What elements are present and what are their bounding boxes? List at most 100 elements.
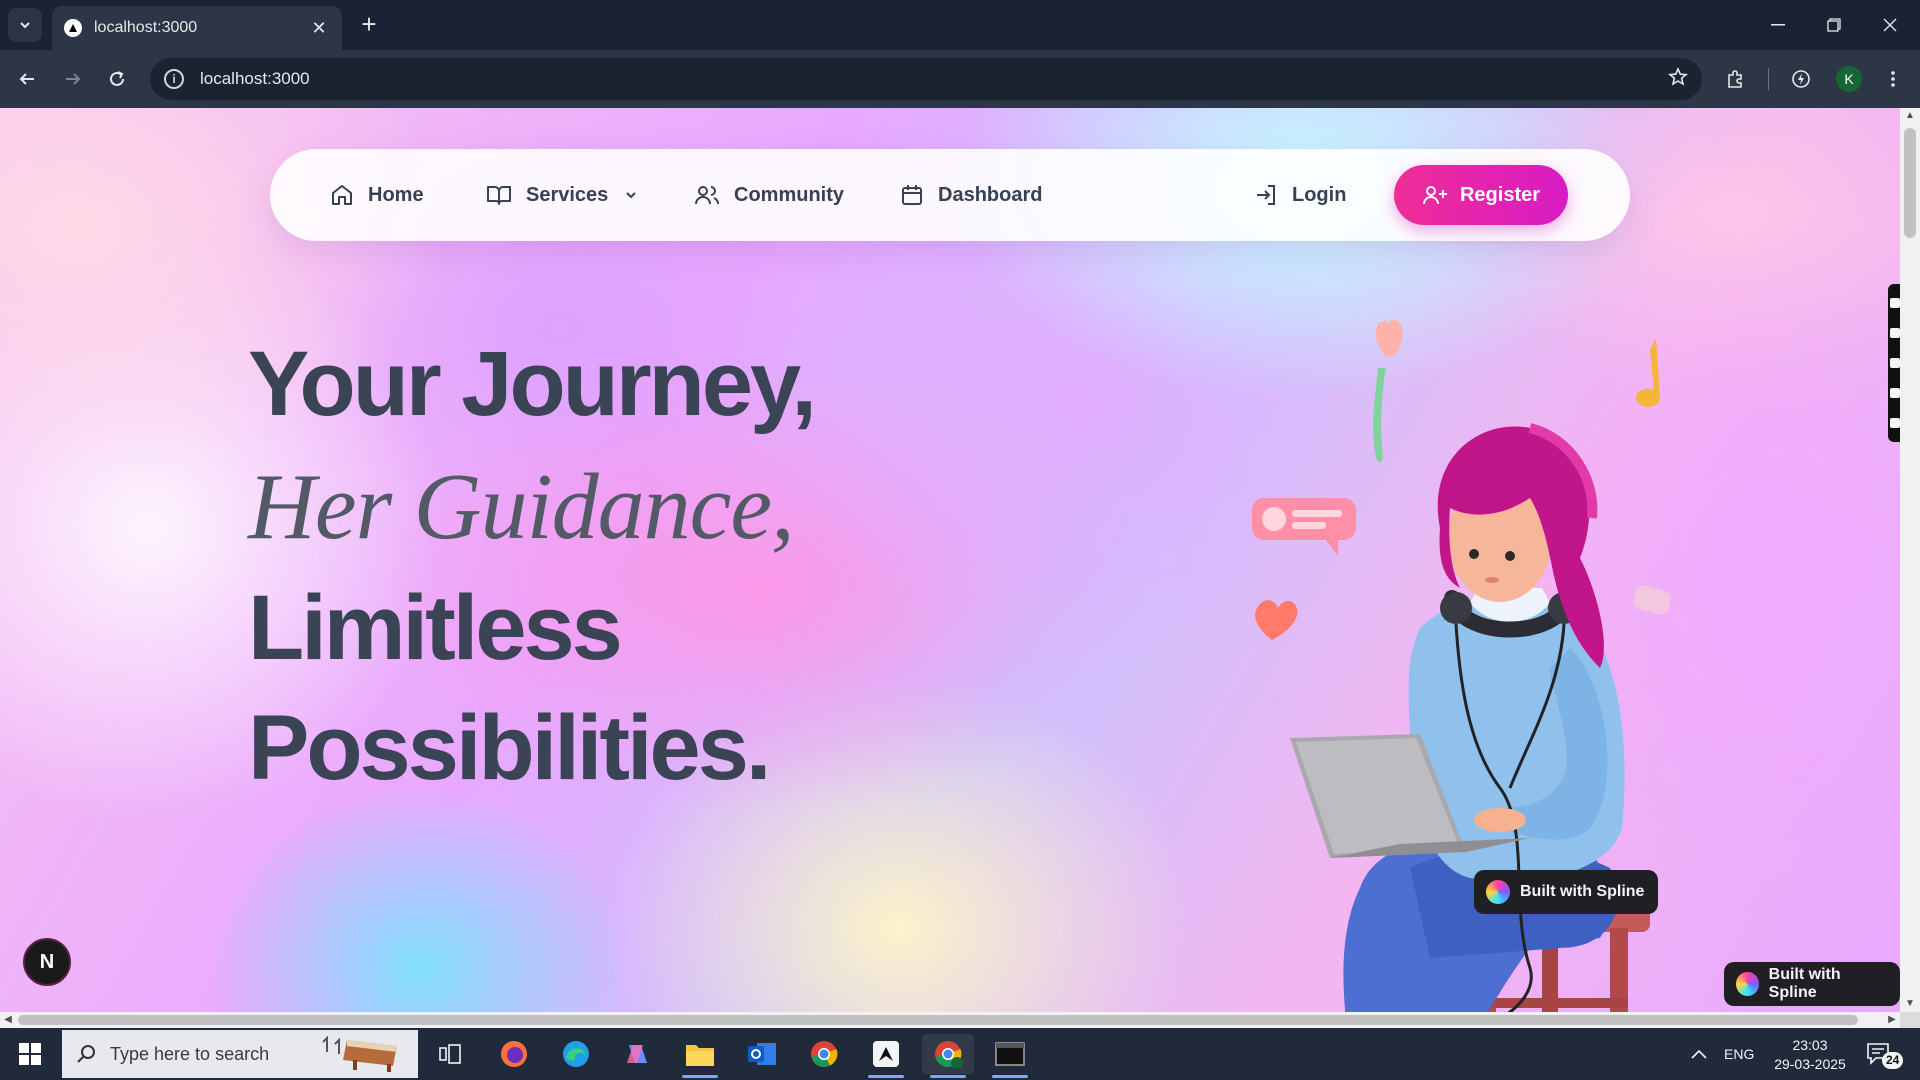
tray-overflow-icon[interactable]	[1690, 1028, 1708, 1080]
browser-menu-icon[interactable]	[1876, 62, 1910, 96]
register-button[interactable]: Register	[1394, 165, 1568, 225]
built-with-spline-inner-badge[interactable]: Built with Spline	[1474, 870, 1659, 914]
scroll-left-arrow-icon[interactable]: ◀	[0, 1012, 16, 1028]
file-explorer-icon[interactable]	[674, 1034, 726, 1078]
nav-dashboard-label: Dashboard	[938, 183, 1043, 206]
spline-inner-label: Built with Spline	[1520, 883, 1645, 900]
main-navbar: Home Services Community Dashboard Login …	[270, 149, 1630, 241]
hero-line-4: Possibilities.	[248, 697, 771, 799]
site-info-icon[interactable]: i	[164, 69, 184, 89]
vercel-icon	[64, 19, 82, 37]
scroll-down-arrow-icon[interactable]: ▼	[1900, 996, 1920, 1012]
start-button[interactable]	[0, 1028, 60, 1080]
nav-services[interactable]: Services	[486, 149, 638, 241]
browser-toolbar: i localhost:3000 K	[0, 50, 1920, 108]
tulip-icon	[1373, 319, 1403, 463]
vertical-scroll-thumb[interactable]	[1904, 128, 1916, 238]
profile-avatar[interactable]: K	[1836, 66, 1862, 92]
page-viewport: Home Services Community Dashboard Login …	[0, 108, 1900, 1012]
forward-icon[interactable]	[56, 62, 90, 96]
cursor-editor-icon[interactable]	[860, 1034, 912, 1078]
user-plus-icon	[1422, 186, 1447, 205]
calendar-icon	[902, 185, 922, 205]
new-tab-button[interactable]: +	[354, 10, 384, 40]
copilot-icon[interactable]	[612, 1034, 664, 1074]
windows-taskbar: Type here to search ENG 23:03 29-03-2025…	[0, 1028, 1920, 1080]
restore-icon[interactable]	[1814, 10, 1854, 40]
url-text[interactable]: localhost:3000	[200, 69, 1668, 89]
outlook-icon[interactable]	[736, 1034, 788, 1074]
video-icon[interactable]	[1890, 358, 1900, 368]
close-tab-icon[interactable]: ✕	[308, 18, 330, 39]
task-view-icon[interactable]	[424, 1034, 476, 1074]
taskbar-clock[interactable]: 23:03 29-03-2025	[1760, 1036, 1860, 1074]
hero-line-3: Limitless	[248, 577, 623, 679]
language-indicator[interactable]: ENG	[1724, 1028, 1754, 1080]
heart-icon	[1255, 600, 1298, 640]
hero-line-1: Your Journey,	[248, 333, 817, 435]
nav-community[interactable]: Community	[694, 149, 844, 241]
reload-icon[interactable]	[100, 62, 134, 96]
performance-icon[interactable]	[1784, 62, 1818, 96]
browser-tab-bar: localhost:3000 ✕ +	[0, 0, 1920, 50]
spline-logo-icon	[1486, 880, 1510, 904]
hero-line-2: Her Guidance,	[248, 455, 795, 559]
scroll-up-arrow-icon[interactable]: ▲	[1900, 108, 1920, 124]
settings-icon[interactable]	[1890, 418, 1900, 428]
users-icon	[695, 186, 719, 205]
camera-icon[interactable]	[1890, 328, 1900, 338]
nav-home[interactable]: Home	[330, 149, 424, 241]
layers-icon[interactable]	[1890, 388, 1900, 398]
terminal-icon[interactable]	[984, 1034, 1036, 1078]
hero-heading: Your Journey, Her Guidance, Limitless Po…	[248, 333, 817, 799]
tab-title: localhost:3000	[94, 19, 198, 36]
clock-time: 23:03	[1792, 1037, 1828, 1053]
minimize-icon[interactable]	[1758, 10, 1798, 40]
nextjs-dev-indicator[interactable]: N	[23, 938, 71, 986]
close-window-icon[interactable]	[1870, 10, 1910, 40]
extensions-icon[interactable]	[1718, 62, 1752, 96]
nav-dashboard[interactable]: Dashboard	[900, 149, 1042, 241]
nav-services-label: Services	[526, 183, 609, 206]
active-indicator	[868, 1075, 904, 1078]
spline-logo-icon	[1736, 972, 1759, 996]
browser-tab[interactable]: localhost:3000 ✕	[52, 6, 342, 50]
chevron-down-icon	[626, 192, 637, 199]
music-note-icon	[1636, 338, 1660, 407]
taskbar-search-placeholder: Type here to search	[110, 1043, 270, 1064]
notification-center-icon[interactable]: 24	[1866, 1028, 1904, 1080]
chat-bubble-icon	[1252, 498, 1356, 556]
home-icon	[332, 185, 352, 205]
edit-icon[interactable]	[1890, 298, 1900, 308]
bookmark-star-icon[interactable]	[1667, 66, 1689, 92]
back-icon[interactable]	[10, 62, 44, 96]
nav-community-label: Community	[734, 183, 844, 206]
address-bar[interactable]: i localhost:3000	[150, 58, 1702, 100]
horizontal-scroll-thumb[interactable]	[18, 1015, 1858, 1025]
active-indicator	[682, 1075, 718, 1078]
windows-logo-icon	[19, 1043, 41, 1065]
scrollbar-corner	[1900, 1012, 1920, 1028]
taskbar-search-box[interactable]: Type here to search	[62, 1030, 418, 1078]
vertical-scrollbar[interactable]: ▲ ▼	[1900, 108, 1920, 1012]
chevron-down-icon	[20, 22, 30, 29]
nav-login-label: Login	[1292, 183, 1347, 206]
chrome-profile-icon[interactable]	[922, 1034, 974, 1078]
search-icon	[77, 1045, 95, 1063]
nav-login[interactable]: Login	[1254, 149, 1346, 241]
nav-home-label: Home	[368, 183, 424, 206]
tab-search-button[interactable]	[8, 8, 42, 42]
scroll-right-arrow-icon[interactable]: ▶	[1884, 1012, 1900, 1028]
piano-decoration-icon	[313, 1032, 401, 1077]
firefox-icon[interactable]	[488, 1034, 540, 1074]
edge-icon[interactable]	[550, 1034, 602, 1074]
built-with-spline-badge[interactable]: Built with Spline	[1724, 962, 1900, 1006]
book-open-icon	[487, 186, 511, 205]
small-chat-bubble-icon	[1633, 585, 1671, 615]
clock-date: 29-03-2025	[1774, 1056, 1846, 1072]
active-indicator	[930, 1075, 966, 1078]
chrome-icon[interactable]	[798, 1034, 850, 1074]
spline-outer-label: Built with Spline	[1768, 966, 1841, 1001]
horizontal-scrollbar[interactable]: ◀ ▶	[0, 1012, 1900, 1028]
active-indicator	[992, 1075, 1028, 1078]
